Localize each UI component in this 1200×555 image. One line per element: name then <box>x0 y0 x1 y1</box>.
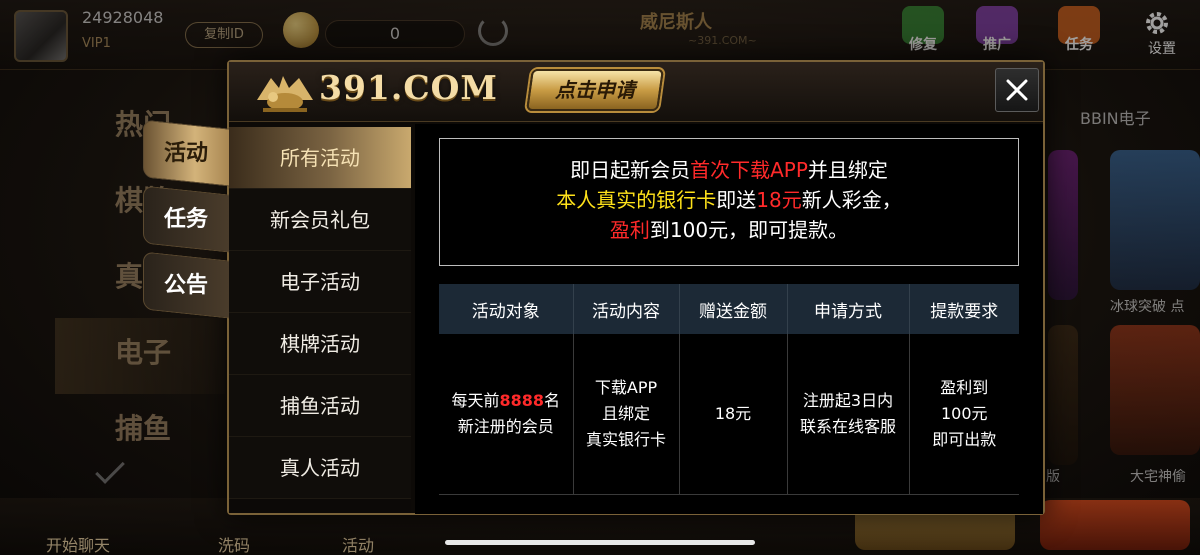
modal-header: 391.COM 点击申请 <box>229 62 1043 122</box>
notice-text: 即送 <box>716 188 757 212</box>
cell-text: 下载APP <box>594 377 658 397</box>
notice-line-1: 即日起新会员首次下载APP并且绑定 <box>440 155 1018 185</box>
close-icon <box>1006 79 1028 101</box>
activity-content: 即日起新会员首次下载APP并且绑定 本人真实的银行卡即送18元新人彩金， 盈利到… <box>415 124 1043 514</box>
refresh-icon[interactable] <box>478 16 508 46</box>
cell-text: 注册起3日内 <box>802 390 894 410</box>
tab-activity-label: 活动 <box>164 141 209 167</box>
column-header: 赠送金额 <box>679 284 788 334</box>
cell-amount: 18元 <box>679 334 788 495</box>
notice-highlight: 本人真实的银行卡 <box>556 188 717 212</box>
home-indicator[interactable] <box>445 540 755 545</box>
activity-modal: 391.COM 点击申请 活动 任务 公告 所有活动 新会员礼包 电子活动 棋牌… <box>143 60 1045 515</box>
copy-id-button[interactable]: 复制ID <box>185 22 263 48</box>
notice-line-3: 盈利到100元，即可提款。 <box>440 215 1018 245</box>
tab-task-label: 任务 <box>164 207 209 233</box>
vip-level: VIP1 <box>82 36 111 51</box>
close-button[interactable] <box>995 68 1039 112</box>
brand-sub: ~391.COM~ <box>688 34 757 47</box>
notice-text: 新人彩金， <box>801 188 902 212</box>
game-caption: 冰球突破 点 <box>1110 299 1185 315</box>
rebate-button[interactable]: 洗码 <box>218 532 250 555</box>
bbin-label: BBIN电子 <box>1080 109 1151 128</box>
cell-apply-method: 注册起3日内 联系在线客服 <box>787 334 910 495</box>
column-header: 活动对象 <box>439 284 574 334</box>
cell-text: 盈利到 <box>940 377 989 397</box>
activity-button[interactable]: 活动 <box>342 532 374 555</box>
gear-icon[interactable] <box>1142 8 1172 38</box>
cell-text: 100元 <box>940 403 988 423</box>
game-tile[interactable] <box>1048 325 1078 465</box>
nav-fishing[interactable]: 捕鱼 <box>55 394 225 470</box>
promo-table: 活动对象 活动内容 赠送金额 申请方式 提款要求 每天前8888名 新注册的会员 <box>439 284 1019 495</box>
game-tile[interactable] <box>1110 325 1200 455</box>
game-caption: 版 <box>1046 469 1060 485</box>
cell-text: 每天前 <box>451 390 500 410</box>
notice-highlight: 盈利 <box>609 218 650 242</box>
app-screen: 24928048 VIP1 复制ID 0 威尼斯人 ~391.COM~ 修复 推… <box>0 0 1200 555</box>
notice-text: 即日起新会员 <box>570 158 691 182</box>
cell-text: 新注册的会员 <box>457 416 554 436</box>
user-id: 24928048 <box>82 8 164 27</box>
cell-text: 即可出款 <box>932 429 997 449</box>
cell-text: 联系在线客服 <box>799 416 896 436</box>
coin-icon <box>283 12 319 48</box>
winged-lion-logo-icon <box>257 76 313 112</box>
task-button[interactable]: 任务 <box>1054 6 1104 62</box>
category-cards[interactable]: 棋牌活动 <box>229 313 411 375</box>
cell-text: 且绑定 <box>601 403 650 423</box>
notice-highlight: 下载APP <box>730 158 808 182</box>
game-tile[interactable] <box>1048 150 1078 300</box>
tab-notice[interactable]: 公告 <box>143 251 229 319</box>
nav-slots[interactable]: 电子 <box>55 318 225 394</box>
category-slots[interactable]: 电子活动 <box>229 251 411 313</box>
cell-highlight: 8888 <box>499 390 545 410</box>
tab-notice-label: 公告 <box>164 273 209 299</box>
cell-content: 下载APP 且绑定 真实银行卡 <box>573 334 680 495</box>
promote-button[interactable]: 推广 <box>972 6 1022 62</box>
category-fishing[interactable]: 捕鱼活动 <box>229 375 411 437</box>
tab-activity[interactable]: 活动 <box>143 119 229 187</box>
category-new-member[interactable]: 新会员礼包 <box>229 189 411 251</box>
notice-highlight: 首次 <box>690 158 731 182</box>
table-header-row: 活动对象 活动内容 赠送金额 申请方式 提款要求 <box>439 284 1019 334</box>
apply-button-label: 点击申请 <box>555 78 635 102</box>
activity-category-list: 所有活动 新会员礼包 电子活动 棋牌活动 捕鱼活动 真人活动 <box>229 127 411 513</box>
game-tile[interactable] <box>1110 150 1200 290</box>
column-header: 提款要求 <box>909 284 1019 334</box>
settings-label[interactable]: 设置 <box>1148 38 1176 58</box>
balance-display: 0 <box>325 20 465 48</box>
cell-text: 真实银行卡 <box>585 429 666 449</box>
task-label: 任务 <box>1065 37 1093 53</box>
logo-text: 391.COM <box>319 68 498 107</box>
table-row: 每天前8888名 新注册的会员 下载APP 且绑定 真实银行卡 18元 注册起3… <box>439 334 1019 495</box>
cell-text: 名 <box>544 390 561 410</box>
tab-task[interactable]: 任务 <box>143 185 229 253</box>
brand-name: 威尼斯人 <box>640 12 712 33</box>
notice-text: 并且绑定 <box>807 158 888 182</box>
repair-button[interactable]: 修复 <box>898 6 948 62</box>
notice-line-2: 本人真实的银行卡即送18元新人彩金， <box>440 185 1018 215</box>
game-caption: 大宅神偷 <box>1130 469 1186 485</box>
promo-notice: 即日起新会员首次下载APP并且绑定 本人真实的银行卡即送18元新人彩金， 盈利到… <box>439 138 1019 266</box>
cell-withdraw-requirement: 盈利到 100元 即可出款 <box>909 334 1019 495</box>
repair-label: 修复 <box>909 37 937 53</box>
column-header: 申请方式 <box>787 284 910 334</box>
apply-button[interactable]: 点击申请 <box>526 69 664 111</box>
avatar[interactable] <box>14 10 68 62</box>
notice-highlight: 18元 <box>756 188 802 212</box>
deposit-button[interactable] <box>1040 500 1190 550</box>
notice-text: 到100元，即可提款。 <box>649 218 849 242</box>
column-header: 活动内容 <box>573 284 680 334</box>
chat-button[interactable]: 开始聊天 <box>46 532 110 555</box>
cell-target: 每天前8888名 新注册的会员 <box>439 334 574 495</box>
promote-label: 推广 <box>983 37 1011 53</box>
category-all[interactable]: 所有活动 <box>229 127 411 189</box>
category-live[interactable]: 真人活动 <box>229 437 411 499</box>
